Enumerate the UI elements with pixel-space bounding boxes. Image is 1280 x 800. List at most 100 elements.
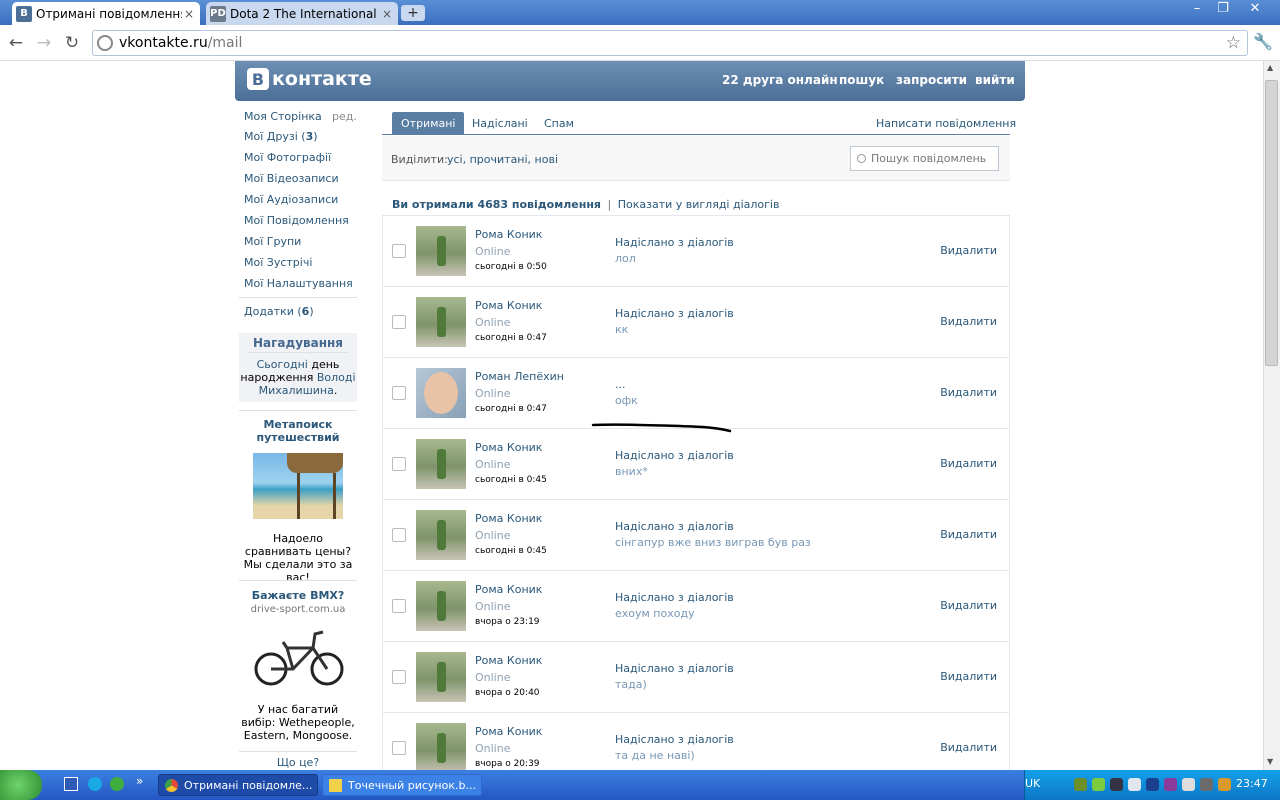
message-subject[interactable]: Надіслано з діалогів [615,733,734,746]
new-tab-button[interactable]: + [401,5,425,21]
dialog-view-link[interactable]: Показати у вигляді діалогів [618,198,780,211]
message-preview[interactable]: вних* [615,465,648,478]
message-checkbox[interactable] [392,528,406,542]
message-subject[interactable]: Надіслано з діалогів [615,520,734,533]
volume-icon[interactable] [1182,778,1195,791]
skype-icon[interactable] [88,777,102,791]
message-preview[interactable]: тада) [615,678,647,691]
start-button[interactable] [0,770,42,800]
message-checkbox[interactable] [392,741,406,755]
nav-friends-online[interactable]: 22 друга онлайн [722,73,838,87]
sidebar-item-groups[interactable]: Мої Групи [244,235,301,248]
tray-icon[interactable] [1164,778,1177,791]
star-icon[interactable]: ☆ [1226,33,1241,53]
tray-icon[interactable] [1218,778,1231,791]
ad2-site[interactable]: drive-sport.com.ua [240,604,356,615]
tray-icon[interactable] [1128,778,1141,791]
avatar[interactable] [416,226,466,276]
sidebar-item-my-page[interactable]: Моя Сторінка [244,110,322,123]
sidebar-item-videos[interactable]: Мої Відеозаписи [244,172,339,185]
delete-link[interactable]: Видалити [940,244,997,257]
what-is-this-link[interactable]: Що це? [240,756,356,769]
avatar[interactable] [416,297,466,347]
message-checkbox[interactable] [392,315,406,329]
message-subject[interactable]: Надіслано з діалогів [615,449,734,462]
tab-inbox[interactable]: Отримані [392,112,465,135]
message-checkbox[interactable] [392,244,406,258]
reload-icon[interactable]: ↻ [61,32,83,54]
message-row[interactable]: Рома Коник Online сьогодні в 0:50 Надіслано… [383,215,1009,286]
delete-link[interactable]: Видалити [940,528,997,541]
message-preview[interactable]: офк [615,394,638,407]
message-preview[interactable]: ехоум походу [615,607,695,620]
tab-sent[interactable]: Надіслані [463,112,537,135]
nav-invite[interactable]: запросити [896,73,967,87]
sender-name[interactable]: Рома Коник [475,512,542,525]
sender-name[interactable]: Рома Коник [475,583,542,596]
avatar[interactable] [416,510,466,560]
delete-link[interactable]: Видалити [940,386,997,399]
vk-logo[interactable]: В контакте [247,68,372,90]
tray-icon[interactable] [1146,778,1159,791]
chevron-right-icon[interactable]: » [136,774,143,788]
minimize-icon[interactable]: – [1184,0,1210,18]
tab-spam[interactable]: Спам [535,112,583,135]
back-icon[interactable]: ← [5,32,27,54]
message-preview[interactable]: лол [615,252,636,265]
delete-link[interactable]: Видалити [940,315,997,328]
avatar[interactable] [416,581,466,631]
ad2-title[interactable]: Бажаєте BMX? [240,589,356,602]
message-checkbox[interactable] [392,670,406,684]
tray-icon[interactable] [1200,778,1213,791]
message-subject[interactable]: Надіслано з діалогів [615,307,734,320]
compose-link[interactable]: Написати повідомлення [867,112,1025,135]
scrollbar-thumb[interactable] [1265,80,1278,366]
message-preview[interactable]: кк [615,323,628,336]
sender-name[interactable]: Рома Коник [475,228,542,241]
message-checkbox[interactable] [392,599,406,613]
wrench-icon[interactable]: 🔧 [1253,32,1273,51]
tab-messages[interactable]: B Отримані повідомлення | 4 6 × [12,2,200,25]
message-subject[interactable]: Надіслано з діалогів [615,236,734,249]
close-tab-icon[interactable]: × [182,7,196,21]
delete-link[interactable]: Видалити [940,457,997,470]
edit-link[interactable]: ред. [332,110,357,123]
message-row[interactable]: Рома Коник Online вчора о 20:39 Надіслано з… [383,712,1009,770]
network-icon[interactable] [1110,778,1123,791]
nav-logout[interactable]: вийти [975,73,1015,87]
bmx-bike-icon[interactable] [253,626,345,688]
language-indicator[interactable]: UK [1025,777,1040,790]
sidebar-item-photos[interactable]: Мої Фотографії [244,151,331,164]
delete-link[interactable]: Видалити [940,741,997,754]
taskbar-item-browser[interactable]: Отримані повідомле... [158,774,318,796]
tab-dota[interactable]: PD Dota 2 The International Day × [206,2,398,25]
search-input[interactable]: Пошук повідомлень [850,146,999,171]
message-row[interactable]: Рома Коник Online сьогодні в 0:45 Надіслано… [383,499,1009,570]
avatar[interactable] [416,652,466,702]
select-options[interactable]: усі, прочитані, нові [447,153,558,166]
avatar[interactable] [416,723,466,770]
sender-name[interactable]: Рома Коник [475,654,542,667]
message-subject[interactable]: Надіслано з діалогів [615,662,734,675]
close-window-icon[interactable]: ✕ [1242,0,1268,18]
nav-search[interactable]: пошук [839,73,884,87]
message-preview[interactable]: сінгапур вже вниз виграв був раз [615,536,811,549]
taskbar-item-paint[interactable]: Точечный рисунок.b... [322,774,482,796]
sender-name[interactable]: Рома Коник [475,299,542,312]
ad1-image[interactable] [253,453,343,519]
sender-name[interactable]: Роман Лепёхин [475,370,564,383]
message-row[interactable]: Рома Коник Online вчора о 20:40 Надіслано з… [383,641,1009,712]
avatar[interactable] [416,439,466,489]
address-bar[interactable]: vkontakte.ru/mail ☆ [92,30,1248,56]
message-preview[interactable]: та да не наві) [615,749,695,762]
sender-name[interactable]: Рома Коник [475,725,542,738]
sidebar-item-friends[interactable]: Мої Друзі (3) [244,130,318,143]
sidebar-item-audio[interactable]: Мої Аудіозаписи [244,193,338,206]
restore-icon[interactable]: ❐ [1210,0,1236,18]
delete-link[interactable]: Видалити [940,599,997,612]
forward-icon[interactable]: → [33,32,55,54]
message-row[interactable]: Рома Коник Online вчора о 23:19 Надіслано з… [383,570,1009,641]
sidebar-item-apps[interactable]: Додатки (6) [244,305,314,318]
message-row[interactable]: Рома Коник Online сьогодні в 0:45 Надіслано… [383,428,1009,499]
message-checkbox[interactable] [392,386,406,400]
